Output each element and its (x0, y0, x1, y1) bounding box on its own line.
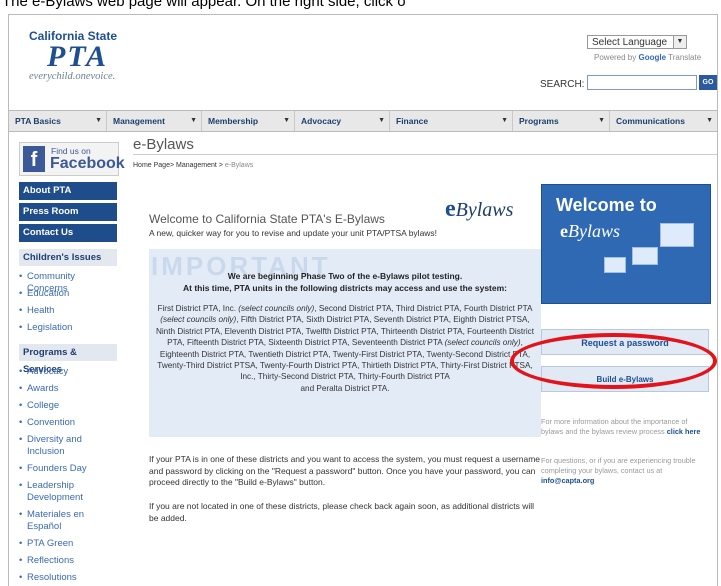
sidebar-heading-programs: Programs & Services (19, 344, 117, 375)
instructions-paragraph: If your PTA is in one of these districts… (149, 454, 541, 487)
sidebar-contact-us[interactable]: Contact Us (19, 224, 117, 242)
sidebar-link-materiales[interactable]: • Materiales en Español (19, 509, 117, 533)
nav-arrow-icon: ▼ (378, 117, 385, 124)
nav-advocacy[interactable]: Advocacy ▼ (295, 111, 390, 131)
site-header: California State PTA everychild.onevoice… (9, 15, 717, 110)
district-list: First District PTA, Inc. (select council… (155, 304, 535, 393)
info-bylaws-review: For more information about the importanc… (541, 417, 701, 436)
search-input[interactable] (587, 75, 697, 90)
breadcrumb: Home Page> Management > e-Bylaws (133, 162, 254, 169)
facebook-badge[interactable]: f Find us on Facebook (19, 142, 125, 176)
sidebar-link-reflections[interactable]: • Reflections (19, 555, 117, 567)
search-go-button[interactable]: GO (699, 75, 717, 90)
breadcrumb-current: e-Bylaws (224, 162, 254, 169)
sidebar-link-awards[interactable]: • Awards (19, 383, 117, 395)
language-select-label: Select Language (592, 37, 668, 48)
banner-title: Welcome to (556, 195, 657, 215)
envelope-icon (660, 223, 694, 247)
nav-finance[interactable]: Finance ▼ (390, 111, 513, 131)
sidebar-link-health[interactable]: • Health (19, 305, 117, 317)
dropdown-arrow-icon: ▼ (673, 36, 686, 48)
important-notice: IMPORTANT We are beginning Phase Two of … (149, 249, 541, 437)
instruction-text: The e-Bylaws web page will appear. On th… (2, 0, 406, 10)
search-label: SEARCH: (540, 79, 585, 90)
nav-communications[interactable]: Communications ▼ (610, 111, 717, 131)
banner-logo: eBylaws (560, 221, 620, 241)
facebook-icon: f (23, 146, 45, 172)
breadcrumb-management[interactable]: Management (176, 162, 217, 169)
notice-line1: We are beginning Phase Two of the e-Byla… (227, 271, 463, 281)
powered-by-google: Powered by Google Translate (594, 53, 702, 62)
availability-paragraph: If you are not located in one of these d… (149, 501, 535, 523)
sidebar-link-pta-green[interactable]: • PTA Green (19, 538, 117, 550)
welcome-title: Welcome to California State PTA's E-Byla… (149, 212, 385, 226)
nav-arrow-icon: ▼ (190, 117, 197, 124)
cpta-logo[interactable]: California State PTA everychild.onevoice… (29, 29, 159, 82)
envelope-icon (632, 247, 658, 265)
page-title: e-Bylaws (133, 136, 194, 153)
breadcrumb-home[interactable]: Home Page (133, 162, 170, 169)
nav-management[interactable]: Management ▼ (107, 111, 202, 131)
welcome-ebylaws-banner: Welcome to eBylaws (541, 184, 711, 304)
info-contact: For questions, or if you are experiencin… (541, 456, 696, 485)
nav-membership[interactable]: Membership ▼ (202, 111, 295, 131)
sidebar-link-education[interactable]: • Education (19, 288, 117, 300)
welcome-subtitle: A new, quicker way for you to revise and… (149, 228, 438, 238)
ebylaws-logo: eBylaws (445, 196, 514, 222)
nav-arrow-icon: ▼ (283, 117, 290, 124)
sidebar-link-convention[interactable]: • Convention (19, 417, 117, 429)
sidebar-link-founders-day[interactable]: • Founders Day (19, 463, 117, 475)
browser-page: California State PTA everychild.onevoice… (8, 14, 718, 586)
main-content: e-Bylaws Home Page> Management > e-Bylaw… (121, 132, 717, 586)
sidebar-link-legislation[interactable]: • Legislation (19, 322, 117, 334)
language-select[interactable]: Select Language ▼ (587, 35, 687, 49)
sidebar-link-leadership[interactable]: • Leadership Development (19, 480, 117, 504)
highlight-oval (510, 333, 717, 389)
nav-arrow-icon: ▼ (501, 117, 508, 124)
sidebar-link-advocacy[interactable]: • Advocacy (19, 366, 117, 378)
sidebar-about-pta[interactable]: About PTA (19, 182, 117, 200)
sidebar-link-diversity[interactable]: • Diversity and Inclusion (19, 434, 117, 458)
nav-pta-basics[interactable]: PTA Basics ▼ (9, 111, 107, 131)
email-link[interactable]: info@capta.org (541, 476, 594, 485)
sidebar-link-resolutions[interactable]: • Resolutions (19, 572, 117, 584)
logo-line2: PTA (47, 40, 109, 73)
envelope-icon (604, 257, 626, 273)
nav-arrow-icon: ▼ (598, 117, 605, 124)
click-here-link[interactable]: click here (667, 427, 701, 436)
nav-arrow-icon: ▼ (95, 117, 102, 124)
notice-line2: At this time, PTA units in the following… (182, 283, 508, 293)
sidebar-heading-childrens-issues: Children's Issues (19, 249, 117, 266)
left-sidebar: f Find us on Facebook About PTA Press Ro… (9, 132, 125, 586)
facebook-line2: Facebook (50, 155, 125, 172)
logo-tagline: everychild.onevoice. (29, 71, 116, 82)
main-nav: PTA Basics ▼ Management ▼ Membership ▼ Advo… (9, 110, 717, 132)
sidebar-link-college[interactable]: • College (19, 400, 117, 412)
nav-programs[interactable]: Programs ▼ (513, 111, 610, 131)
nav-arrow-icon: ▼ (706, 117, 713, 124)
sidebar-press-room[interactable]: Press Room (19, 203, 117, 221)
